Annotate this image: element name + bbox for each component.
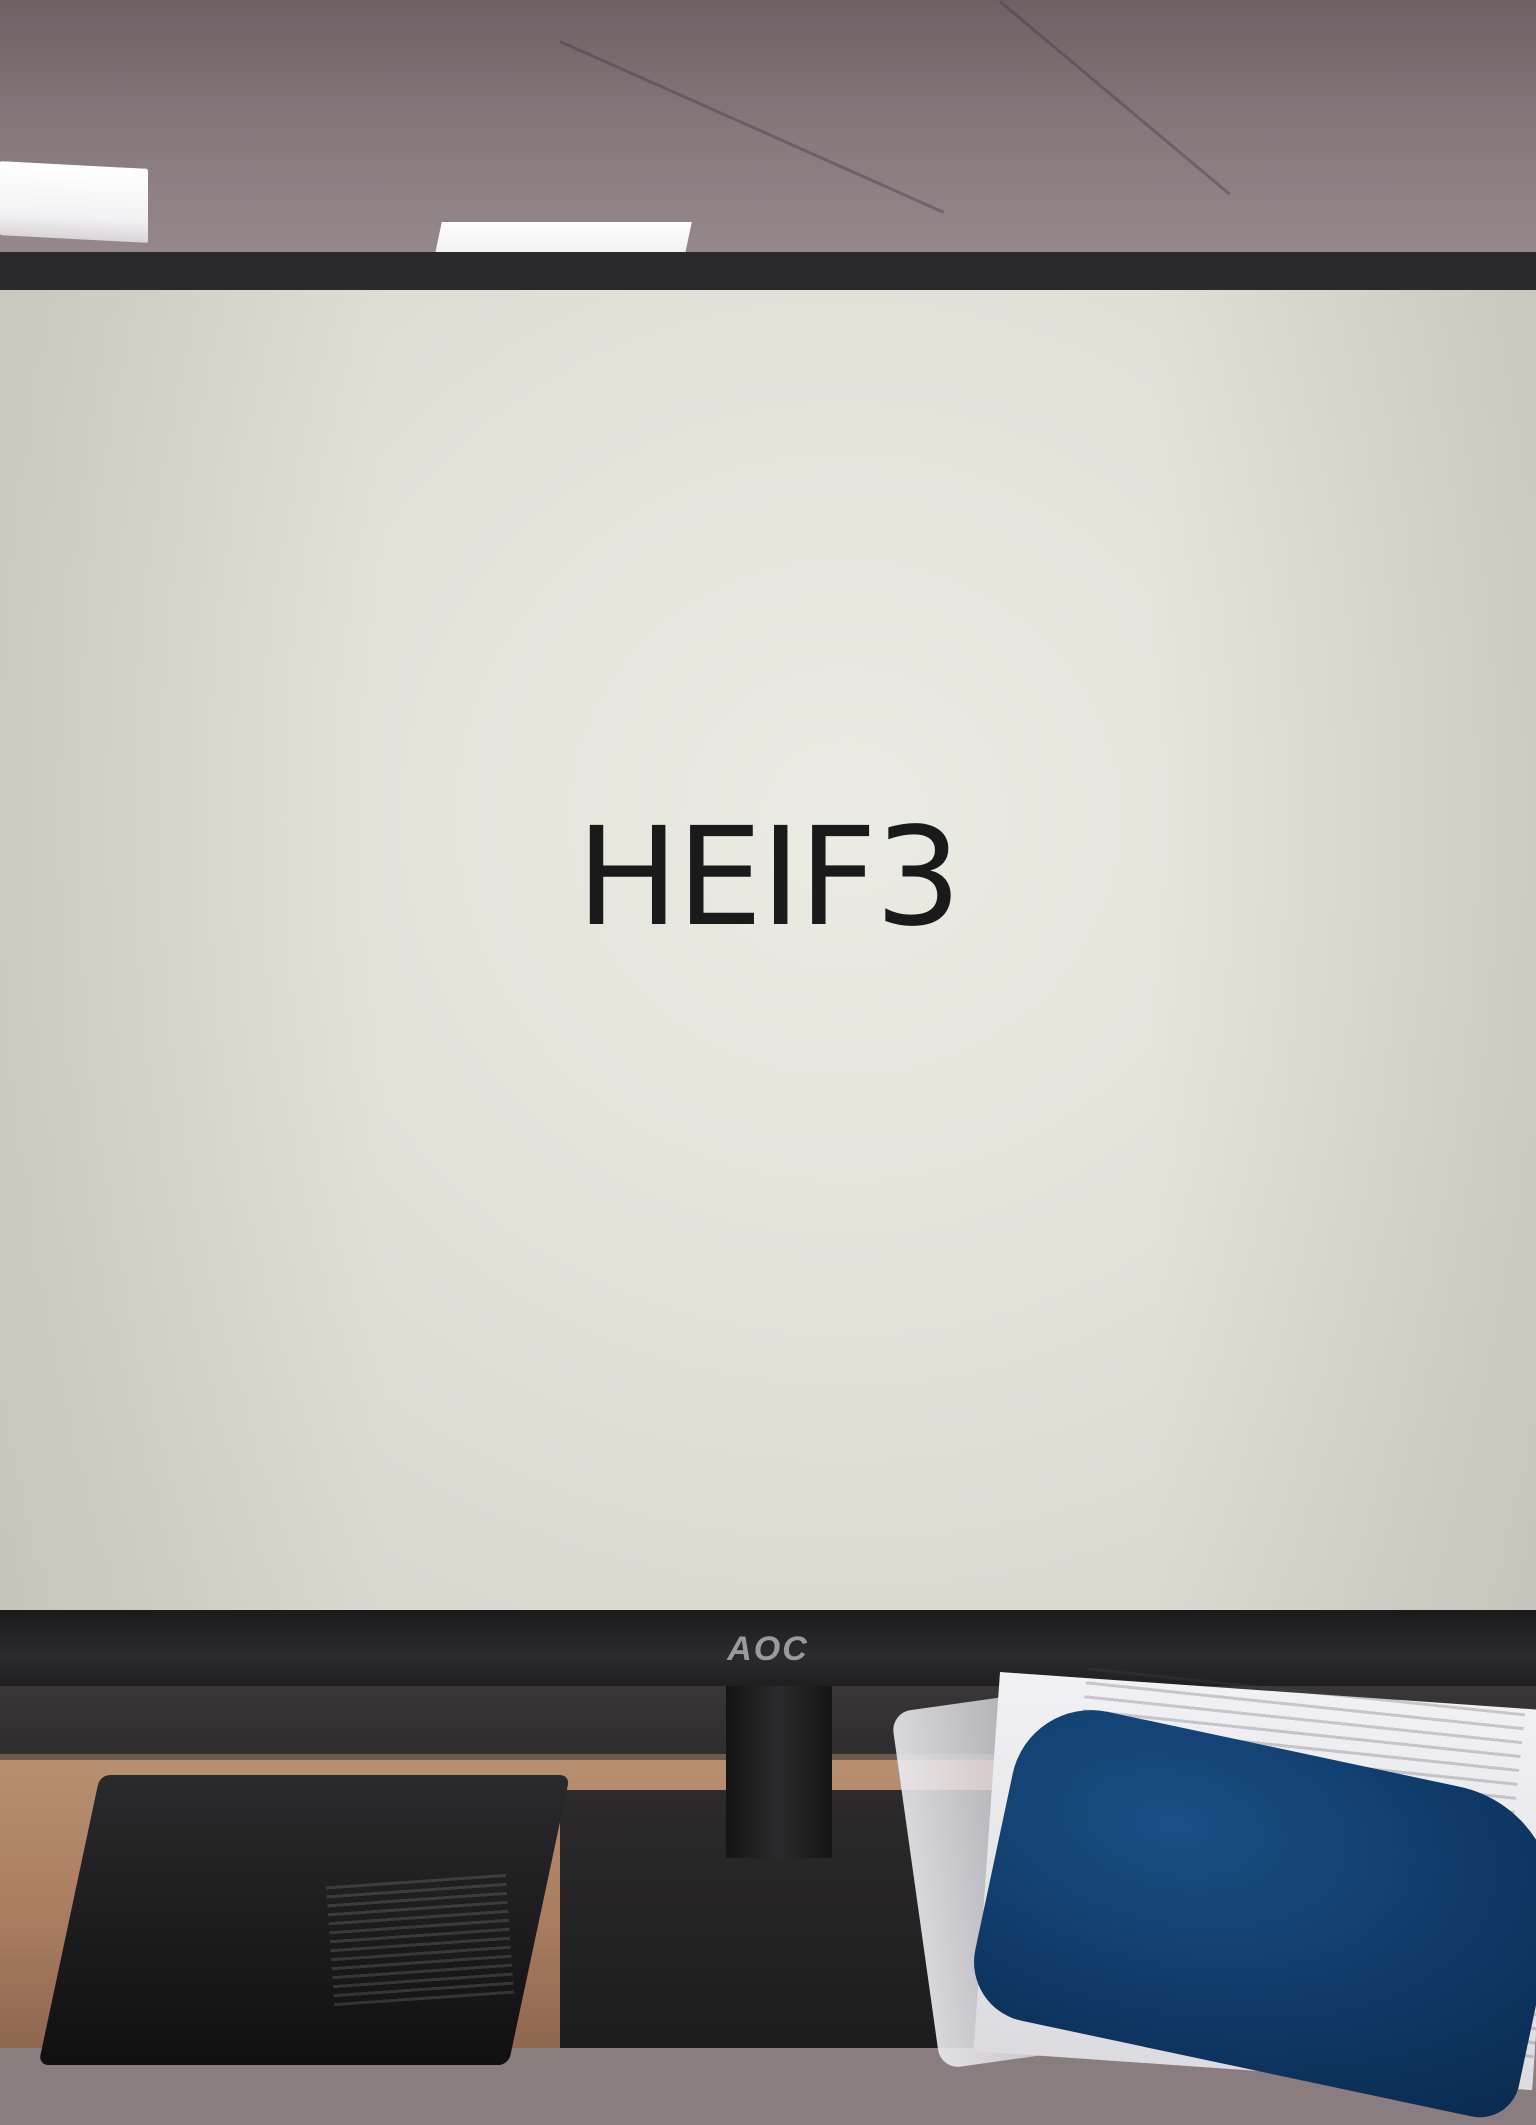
monitor-screen: HEIF3 xyxy=(0,290,1536,1610)
device-label-print xyxy=(326,1873,514,2007)
screen-text: HEIF3 xyxy=(576,799,961,957)
brand-logo: AOC xyxy=(727,1630,809,1668)
ceiling xyxy=(0,0,1536,290)
monitor-stand-neck xyxy=(726,1686,832,1858)
ceiling-light xyxy=(0,161,148,243)
